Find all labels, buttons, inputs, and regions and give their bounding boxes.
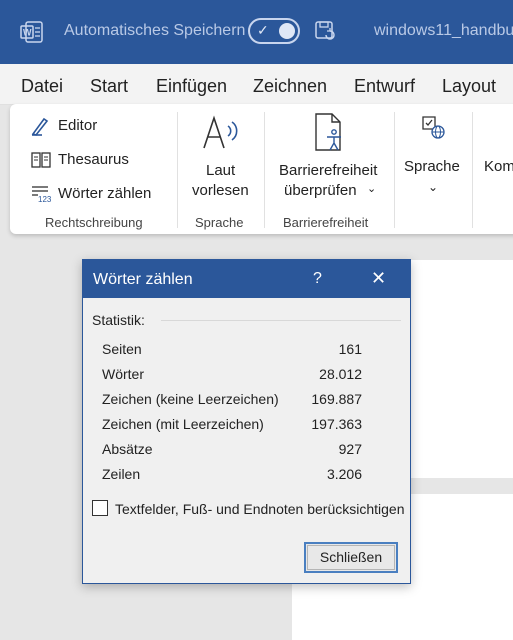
stat-value: 161 [338, 341, 362, 357]
ribbon: Editor Thesaurus 123 Wörter zählen Recht… [10, 104, 513, 234]
menu-einfuegen[interactable]: Einfügen [156, 76, 227, 97]
stat-value: 28.012 [319, 366, 362, 382]
menu-zeichnen[interactable]: Zeichnen [253, 76, 327, 97]
stat-label: Zeichen (keine Leerzeichen) [102, 391, 279, 407]
word-count-dialog: Wörter zählen ? ✕ Statistik: Seiten 161 … [82, 259, 411, 584]
stat-row: Zeilen 3.206 [102, 466, 362, 486]
stat-row: Seiten 161 [102, 341, 362, 361]
stat-value: 197.363 [311, 416, 362, 432]
read-aloud-button[interactable]: Laut vorlesen [188, 112, 258, 202]
comments-label[interactable]: Kom [484, 158, 513, 175]
statistics-label: Statistik: [92, 312, 145, 328]
stat-value: 927 [338, 441, 362, 457]
include-textboxes-checkbox[interactable] [92, 500, 108, 516]
include-textboxes-label[interactable]: Textfelder, Fuß- und Endnoten berücksich… [115, 501, 405, 517]
check-accessibility-button[interactable]: Barrierefreiheit überprüfen ⌄ [276, 112, 386, 202]
menu-entwurf[interactable]: Entwurf [354, 76, 415, 97]
group-label-speech: Sprache [195, 215, 244, 230]
svg-text:123: 123 [38, 195, 52, 204]
close-button[interactable]: Schließen [304, 542, 398, 573]
chevron-down-icon: ⌄ [367, 183, 377, 195]
language-button[interactable]: Sprache ⌄ [404, 114, 466, 204]
word-count-button[interactable]: 123 Wörter zählen [30, 183, 190, 205]
close-button-label: Schließen [307, 545, 395, 570]
word-logo-icon: W [20, 21, 43, 43]
ribbon-separator [472, 112, 473, 228]
stat-row: Zeichen (keine Leerzeichen) 169.887 [102, 391, 362, 411]
stat-label: Wörter [102, 366, 144, 382]
autosave-label: Automatisches Speichern [64, 22, 246, 39]
check-icon: ✓ [257, 22, 269, 38]
read-aloud-label-2: vorlesen [192, 182, 249, 199]
read-aloud-label-1: Laut [206, 162, 236, 179]
accessibility-label-1: Barrierefreiheit [279, 162, 378, 179]
menu-start[interactable]: Start [90, 76, 128, 97]
editor-label: Editor [58, 117, 98, 134]
ribbon-separator [177, 112, 178, 228]
menu-bar: Datei Start Einfügen Zeichnen Entwurf La… [0, 64, 513, 105]
dialog-title: Wörter zählen [93, 271, 193, 288]
stat-label: Seiten [102, 341, 142, 357]
thesaurus-book-icon [31, 152, 51, 168]
editor-pen-icon [31, 117, 49, 136]
thesaurus-label: Thesaurus [58, 151, 129, 168]
toggle-knob [279, 23, 295, 39]
editor-button[interactable]: Editor [30, 115, 190, 137]
stat-row: Zeichen (mit Leerzeichen) 197.363 [102, 416, 362, 436]
stat-label: Absätze [102, 441, 153, 457]
word-count-icon: 123 [32, 186, 52, 204]
stat-row: Absätze 927 [102, 441, 362, 461]
menu-datei[interactable]: Datei [21, 76, 63, 97]
menu-layout[interactable]: Layout [442, 76, 496, 97]
stat-row: Wörter 28.012 [102, 366, 362, 386]
statistics-divider [161, 320, 401, 321]
stat-label: Zeichen (mit Leerzeichen) [102, 416, 264, 432]
title-bar: W Automatisches Speichern ✓ windows11_ha… [0, 0, 513, 64]
ribbon-separator [264, 112, 265, 228]
group-label-proofing: Rechtschreibung [45, 215, 143, 230]
ribbon-separator [394, 112, 395, 228]
language-label: Sprache [404, 158, 460, 175]
save-icon[interactable] [314, 20, 336, 42]
stat-label: Zeilen [102, 466, 141, 482]
stat-value: 3.206 [326, 466, 362, 482]
group-label-accessibility: Barrierefreiheit [283, 215, 369, 230]
accessibility-check-icon [315, 113, 341, 151]
stat-value: 169.887 [311, 391, 362, 407]
thesaurus-button[interactable]: Thesaurus [30, 149, 190, 171]
language-globe-icon [422, 116, 445, 139]
read-aloud-icon [203, 115, 238, 149]
chevron-down-icon: ⌄ [428, 180, 439, 194]
document-title: windows11_handbu [374, 22, 513, 39]
autosave-toggle[interactable]: ✓ [248, 18, 300, 44]
help-icon[interactable]: ? [313, 270, 322, 288]
accessibility-label-2: überprüfen [284, 182, 357, 199]
close-icon[interactable]: ✕ [371, 268, 386, 289]
word-count-label: Wörter zählen [58, 185, 152, 202]
dialog-title-bar: Wörter zählen ? ✕ [83, 260, 410, 298]
svg-text:W: W [23, 28, 32, 38]
